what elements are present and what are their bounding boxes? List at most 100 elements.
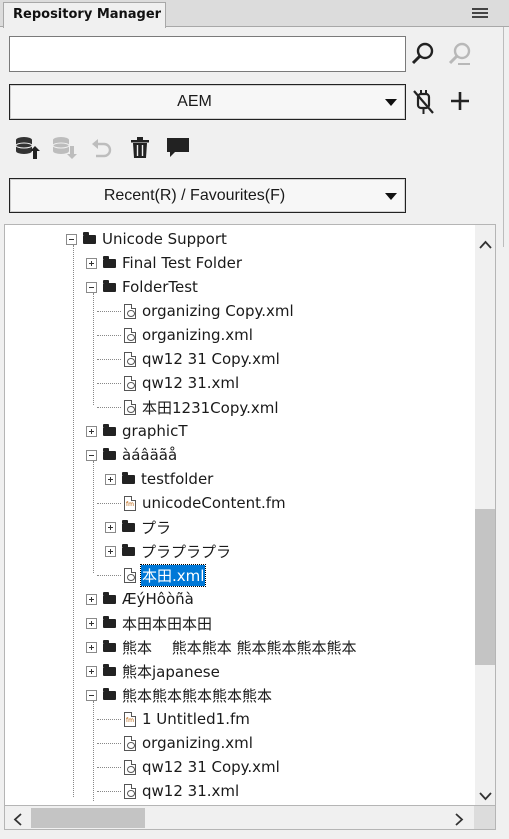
undo-icon <box>90 137 112 159</box>
collapse-icon[interactable] <box>66 233 77 245</box>
vertical-scroll-thumb[interactable] <box>475 509 495 665</box>
folder-icon <box>103 687 116 700</box>
collapse-icon[interactable] <box>86 689 97 701</box>
tree-node-label: 本田.xml <box>139 563 207 587</box>
chevron-down-icon <box>385 192 397 200</box>
panel-title: Repository Manager <box>13 7 162 22</box>
tree-node-label: organizing.xml <box>142 734 253 752</box>
folder-icon <box>103 255 116 268</box>
tree-node-label: FolderTest <box>122 278 198 296</box>
tree-node-label: Unicode Support <box>102 230 227 248</box>
tree-node[interactable]: プラプラプラ <box>105 539 231 563</box>
tree-node[interactable]: organizing Copy.xml <box>122 299 294 323</box>
xml-file-icon <box>124 327 136 343</box>
tree-node-label: unicodeContent.fm <box>142 494 286 512</box>
tree-node-label: organizing.xml <box>142 326 253 344</box>
scrollbar-corner <box>474 806 496 830</box>
tree-node[interactable]: FolderTest <box>86 275 198 299</box>
repository-tree[interactable]: Unicode Support Final Test Folder Folder… <box>4 224 496 806</box>
expand-icon[interactable] <box>86 641 97 653</box>
tree-node-label: 熊本熊本熊本熊本熊本 <box>122 686 273 705</box>
scroll-down-icon[interactable] <box>479 787 492 805</box>
expand-icon[interactable] <box>86 617 97 629</box>
search-input[interactable] <box>9 36 406 72</box>
connection-selected: AEM <box>177 93 212 110</box>
folder-icon <box>103 423 116 436</box>
tree-node-label: qw12 31.xml <box>142 374 240 392</box>
tree-node[interactable]: organizing.xml <box>122 323 253 347</box>
tree-node[interactable]: 本田本田本田 <box>86 611 212 635</box>
horizontal-scrollbar[interactable] <box>4 806 474 830</box>
connection-dropdown[interactable]: AEM <box>9 84 406 120</box>
folder-icon <box>103 615 116 628</box>
tree-node-label: ÆýHôòñà <box>122 590 194 608</box>
expand-icon[interactable] <box>105 473 116 485</box>
tree-node[interactable]: organizing.xml <box>122 731 253 755</box>
fm-file-icon <box>124 495 136 511</box>
tree-node-label: 本田1231Copy.xml <box>142 398 279 417</box>
tree-node[interactable]: qw12 31 Copy.xml <box>122 347 280 371</box>
tree-node[interactable]: àáâäãå <box>86 443 177 467</box>
vertical-scrollbar[interactable] <box>475 225 495 805</box>
hamburger-menu-icon[interactable] <box>472 8 488 20</box>
xml-file-icon <box>124 735 136 751</box>
scroll-left-icon[interactable] <box>13 812 22 830</box>
tree-node[interactable]: graphicT <box>86 419 188 443</box>
fm-file-icon <box>124 711 136 727</box>
tree-node[interactable]: Unicode Support <box>66 227 227 251</box>
collapse-icon[interactable] <box>86 449 97 461</box>
tree-node-label: 熊本japanese <box>122 662 220 681</box>
folder-icon <box>103 639 116 652</box>
scroll-up-icon[interactable] <box>479 235 492 253</box>
tree-node[interactable]: 熊本熊本熊本熊本熊本 <box>86 683 272 707</box>
tree-node[interactable]: Final Test Folder <box>86 251 242 275</box>
xml-file-icon <box>124 351 136 367</box>
folder-icon <box>103 447 116 460</box>
collapse-icon[interactable] <box>86 281 97 293</box>
expand-icon[interactable] <box>105 545 116 557</box>
tree-node[interactable]: qw12 31.xml <box>122 779 239 803</box>
folder-icon <box>122 543 135 556</box>
disconnect-plug-icon[interactable] <box>411 88 437 116</box>
tree-node-label: 1 Untitled1.fm <box>142 710 250 728</box>
tree-node-label: プラプラプラ <box>141 542 232 561</box>
tree-node[interactable]: 熊本 熊本熊本 熊本熊本熊本熊本 <box>86 635 357 659</box>
tree-node-label: qw12 31 Copy.xml <box>142 758 280 776</box>
tree-node-selected[interactable]: 本田.xml <box>122 563 207 587</box>
tree-node-label: testfolder <box>141 470 214 488</box>
plus-icon[interactable] <box>449 90 471 112</box>
tree-node[interactable]: qw12 31.xml <box>122 371 239 395</box>
horizontal-scroll-thumb[interactable] <box>31 808 145 828</box>
tree-node[interactable]: 1 Untitled1.fm <box>122 707 250 731</box>
expand-icon[interactable] <box>105 521 116 533</box>
expand-icon[interactable] <box>86 665 97 677</box>
tree-node[interactable]: unicodeContent.fm <box>122 491 286 515</box>
tree-node[interactable]: testfolder <box>105 467 213 491</box>
tree-node[interactable]: 本田1231Copy.xml <box>122 395 279 419</box>
xml-file-icon <box>124 399 136 415</box>
tree-node[interactable]: 熊本japanese <box>86 659 220 683</box>
recent-favourites-dropdown[interactable]: Recent(R) / Favourites(F) <box>9 178 406 213</box>
panel-tab[interactable]: Repository Manager <box>3 2 166 28</box>
expand-icon[interactable] <box>86 425 97 437</box>
tree-node-label: organizing Copy.xml <box>142 302 294 320</box>
folder-icon <box>122 471 135 484</box>
panel-title-bar: Repository Manager <box>0 0 509 28</box>
folder-icon <box>83 231 96 244</box>
tree-node[interactable]: qw12 31 Copy.xml <box>122 755 280 779</box>
expand-icon[interactable] <box>86 257 97 269</box>
tree-node-label: qw12 31 Copy.xml <box>142 350 280 368</box>
scroll-right-icon[interactable] <box>455 812 464 830</box>
filter-selected: Recent(R) / Favourites(F) <box>103 186 286 204</box>
expand-icon[interactable] <box>86 593 97 605</box>
xml-file-icon <box>124 375 136 391</box>
folder-icon <box>122 519 135 532</box>
comment-icon[interactable] <box>166 137 190 159</box>
search-icon[interactable] <box>411 42 435 66</box>
checkin-icon[interactable] <box>14 135 40 161</box>
panel-edge <box>503 27 509 247</box>
tree-node[interactable]: ÆýHôòñà <box>86 587 194 611</box>
delete-icon[interactable] <box>130 137 150 159</box>
tree-node[interactable]: プラ <box>105 515 171 539</box>
advanced-search-icon[interactable] <box>447 42 473 66</box>
